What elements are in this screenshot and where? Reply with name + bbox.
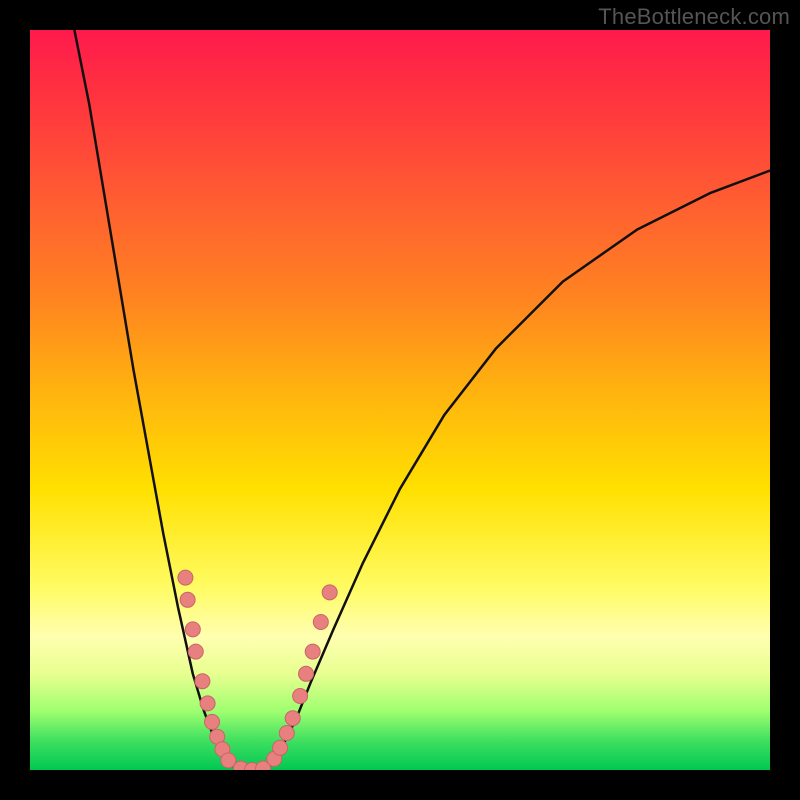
bottleneck-curve: [74, 30, 770, 770]
data-point: [195, 674, 210, 689]
data-point: [285, 711, 300, 726]
watermark-text: TheBottleneck.com: [598, 4, 790, 30]
data-point: [293, 689, 308, 704]
data-point: [200, 696, 215, 711]
chart-svg: [30, 30, 770, 770]
chart-markers: [178, 570, 337, 770]
data-point: [305, 644, 320, 659]
chart-frame: TheBottleneck.com: [0, 0, 800, 800]
data-point: [299, 666, 314, 681]
data-point: [178, 570, 193, 585]
data-point: [279, 726, 294, 741]
data-point: [273, 740, 288, 755]
data-point: [322, 585, 337, 600]
data-point: [205, 714, 220, 729]
data-point: [313, 615, 328, 630]
data-point: [180, 592, 195, 607]
data-point: [185, 622, 200, 637]
chart-lines: [74, 30, 770, 770]
data-point: [188, 644, 203, 659]
plot-area: [30, 30, 770, 770]
